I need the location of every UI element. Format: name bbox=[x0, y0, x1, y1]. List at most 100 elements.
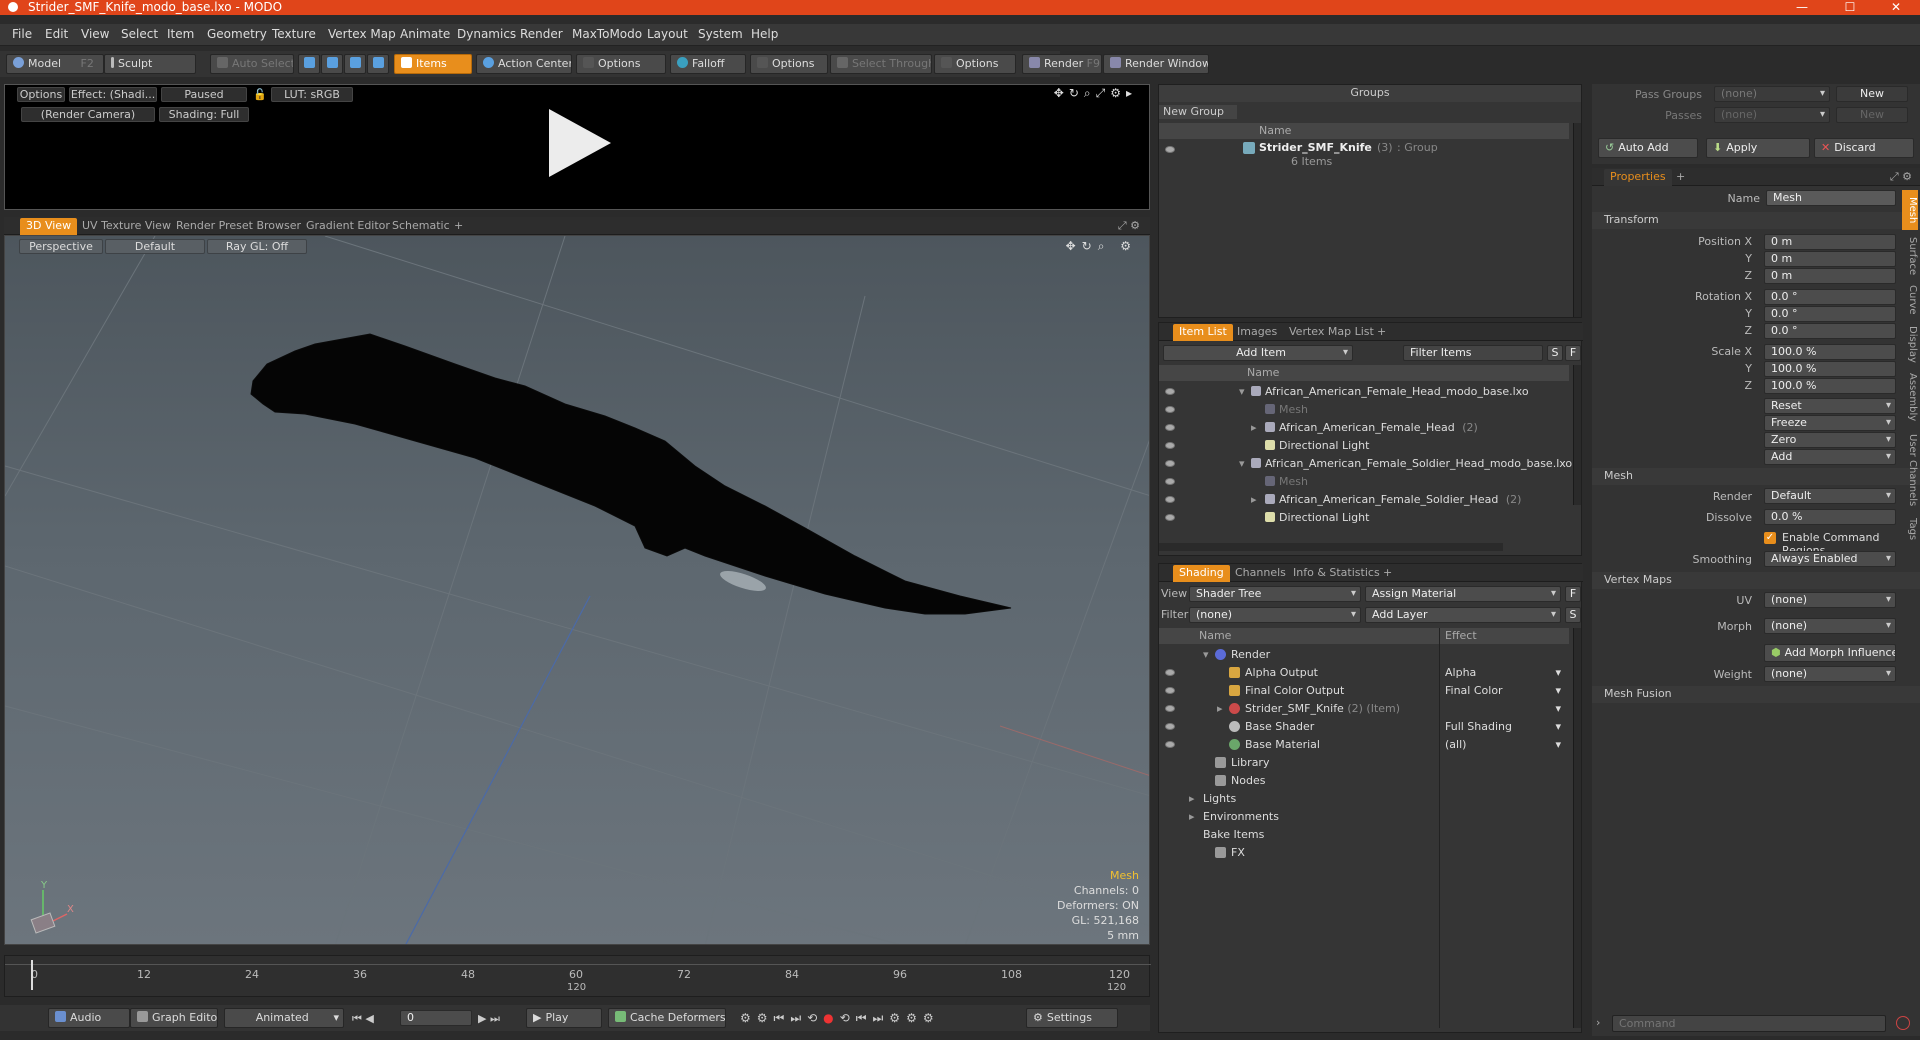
item-list-row[interactable]: ▸ African_American_Female_Head (2) bbox=[1159, 419, 1569, 437]
play-button[interactable]: ▶ Play bbox=[526, 1008, 602, 1028]
zero-dropdown[interactable]: Zero bbox=[1764, 432, 1896, 448]
auto-select-button[interactable]: Auto Select bbox=[210, 54, 294, 74]
shader-tree-row[interactable]: Alpha Output Alpha ▾ bbox=[1159, 664, 1569, 682]
shader-tree-row[interactable]: ▸ Environments bbox=[1159, 808, 1569, 826]
expand-arrow-icon[interactable]: ▾ bbox=[1239, 455, 1245, 472]
audio-button[interactable]: Audio bbox=[48, 1008, 130, 1028]
add-tab-button[interactable]: + bbox=[1371, 324, 1392, 341]
auto-add-button[interactable]: ↺ Auto Add bbox=[1598, 138, 1698, 158]
name-field[interactable]: Mesh bbox=[1766, 190, 1896, 206]
visibility-eye-icon[interactable] bbox=[1165, 514, 1175, 521]
new-group-button[interactable]: New Group bbox=[1159, 105, 1237, 119]
morph-dropdown[interactable]: (none) bbox=[1764, 618, 1896, 634]
polygons-mode-button[interactable] bbox=[344, 54, 366, 74]
shader-tree-row[interactable]: Library bbox=[1159, 754, 1569, 772]
menu-file[interactable]: File bbox=[12, 27, 32, 41]
visibility-eye-icon[interactable] bbox=[1165, 669, 1175, 676]
falloff-options-button[interactable]: Options bbox=[750, 54, 828, 74]
sculpt-mode-button[interactable]: Sculpt bbox=[104, 54, 196, 74]
shading-style-dropdown[interactable]: Default bbox=[105, 239, 205, 254]
f-button[interactable]: F bbox=[1565, 345, 1581, 361]
camera-dropdown[interactable]: (Render Camera) bbox=[21, 107, 155, 122]
menu-select[interactable]: Select bbox=[121, 27, 158, 41]
effect-dropdown[interactable]: Alpha ▾ bbox=[1445, 664, 1561, 681]
cache-deformers-button[interactable]: Cache Deformers bbox=[608, 1008, 726, 1028]
item-list-scrollbar[interactable] bbox=[1573, 365, 1581, 505]
add-item-dropdown[interactable]: Add Item bbox=[1163, 345, 1353, 361]
side-tab-surface[interactable]: Surface bbox=[1902, 234, 1918, 278]
minimize-button[interactable]: — bbox=[1782, 0, 1822, 15]
side-tab-tags[interactable]: Tags bbox=[1902, 514, 1918, 544]
tab-images[interactable]: Images bbox=[1231, 324, 1283, 341]
tab-item-list[interactable]: Item List bbox=[1173, 324, 1233, 341]
menu-texture[interactable]: Texture bbox=[272, 27, 316, 41]
rotation-z-field[interactable]: 0.0 ° bbox=[1764, 323, 1896, 339]
visibility-eye-icon[interactable] bbox=[1165, 496, 1175, 503]
new-pass-button[interactable]: New bbox=[1836, 107, 1908, 123]
tab-render-preset-browser[interactable]: Render Preset Browser bbox=[170, 218, 307, 235]
add-layer-dropdown[interactable]: Add Layer bbox=[1365, 607, 1561, 623]
preview-paused-button[interactable]: Paused bbox=[161, 87, 247, 102]
menu-item[interactable]: Item bbox=[167, 27, 194, 41]
menu-system[interactable]: System bbox=[698, 27, 743, 41]
transform-section[interactable]: Transform bbox=[1592, 212, 1920, 229]
position-z-field[interactable]: 0 m bbox=[1764, 268, 1896, 284]
add-tab-button[interactable]: + bbox=[448, 218, 469, 235]
falloff-button[interactable]: Falloff bbox=[670, 54, 746, 74]
expand-icon[interactable]: ⤢ ⚙ bbox=[1118, 219, 1140, 233]
render-dropdown[interactable]: Default bbox=[1764, 488, 1896, 504]
s-button[interactable]: S bbox=[1565, 607, 1581, 623]
item-list-row[interactable]: Mesh bbox=[1159, 473, 1569, 491]
edges-mode-button[interactable] bbox=[321, 54, 343, 74]
model-mode-button[interactable]: Model F2 bbox=[6, 54, 104, 74]
expand-arrow-icon[interactable]: ▸ bbox=[1189, 790, 1195, 807]
rotation-x-field[interactable]: 0.0 ° bbox=[1764, 289, 1896, 305]
item-list-row[interactable]: ▾ African_American_Female_Soldier_Head_mo… bbox=[1159, 455, 1572, 473]
visibility-eye-icon[interactable] bbox=[1165, 424, 1175, 431]
f-button[interactable]: F bbox=[1565, 586, 1581, 602]
perspective-dropdown[interactable]: Perspective bbox=[19, 239, 103, 254]
apply-button[interactable]: ⬇ Apply bbox=[1706, 138, 1810, 158]
expand-arrow-icon[interactable]: ▸ bbox=[1189, 808, 1195, 825]
materials-mode-button[interactable] bbox=[367, 54, 389, 74]
visibility-eye-icon[interactable] bbox=[1165, 705, 1175, 712]
add-dropdown[interactable]: Add bbox=[1764, 449, 1896, 465]
dissolve-field[interactable]: 0.0 % bbox=[1764, 509, 1896, 525]
menu-animate[interactable]: Animate bbox=[400, 27, 450, 41]
menu-maxtomodo[interactable]: MaxToModo bbox=[572, 27, 642, 41]
settings-button[interactable]: ⚙ Settings bbox=[1026, 1008, 1118, 1028]
shader-tree-row[interactable]: Bake Items bbox=[1159, 826, 1569, 844]
tab-info-statistics[interactable]: Info & Statistics bbox=[1287, 565, 1386, 582]
visibility-eye-icon[interactable] bbox=[1165, 146, 1175, 153]
tab-schematic[interactable]: Schematic bbox=[386, 218, 456, 235]
shader-tree-row[interactable]: ▸ Lights bbox=[1159, 790, 1569, 808]
command-record-icon[interactable] bbox=[1896, 1016, 1910, 1030]
frame-field[interactable]: 0 bbox=[400, 1010, 472, 1026]
item-list-row[interactable]: Mesh bbox=[1159, 401, 1569, 419]
select-through-button[interactable]: Select Through bbox=[830, 54, 932, 74]
visibility-eye-icon[interactable] bbox=[1165, 442, 1175, 449]
menu-dynamics[interactable]: Dynamics bbox=[457, 27, 516, 41]
item-list-hscrollbar[interactable] bbox=[1159, 543, 1503, 551]
smoothing-dropdown[interactable]: Always Enabled bbox=[1764, 551, 1896, 567]
mesh-fusion-section[interactable]: Mesh Fusion bbox=[1592, 686, 1920, 703]
add-tab-button[interactable]: + bbox=[1377, 565, 1398, 582]
key-controls[interactable]: ⚙⚙⏮⏭⟲●⟲⏮⏭⚙⚙⚙ bbox=[740, 1011, 940, 1026]
filter-items-field[interactable]: Filter Items bbox=[1403, 345, 1543, 361]
skip-start-icon[interactable]: ⏮ ◀ bbox=[352, 1012, 374, 1026]
effect-dropdown[interactable]: Final Color ▾ bbox=[1445, 682, 1561, 699]
shader-tree-row[interactable]: ▾ Render bbox=[1159, 646, 1569, 664]
shader-tree-row[interactable]: Final Color Output Final Color ▾ bbox=[1159, 682, 1569, 700]
visibility-eye-icon[interactable] bbox=[1165, 723, 1175, 730]
item-list-row[interactable]: Directional Light bbox=[1159, 437, 1569, 455]
tab-3d-view[interactable]: 3D View bbox=[20, 218, 78, 235]
reset-dropdown[interactable]: Reset bbox=[1764, 398, 1896, 414]
menu-render[interactable]: Render bbox=[520, 27, 563, 41]
expand-icon[interactable]: ⤢ ⚙ bbox=[1890, 170, 1912, 184]
pass-groups-dropdown[interactable]: (none) bbox=[1714, 86, 1830, 102]
menu-geometry[interactable]: Geometry bbox=[207, 27, 267, 41]
shader-tree-row[interactable]: FX bbox=[1159, 844, 1569, 862]
groups-scrollbar[interactable] bbox=[1573, 123, 1581, 317]
item-list-row[interactable]: ▸ African_American_Female_Soldier_Head (2… bbox=[1159, 491, 1569, 509]
expand-arrow-icon[interactable]: ▸ bbox=[1217, 700, 1223, 717]
